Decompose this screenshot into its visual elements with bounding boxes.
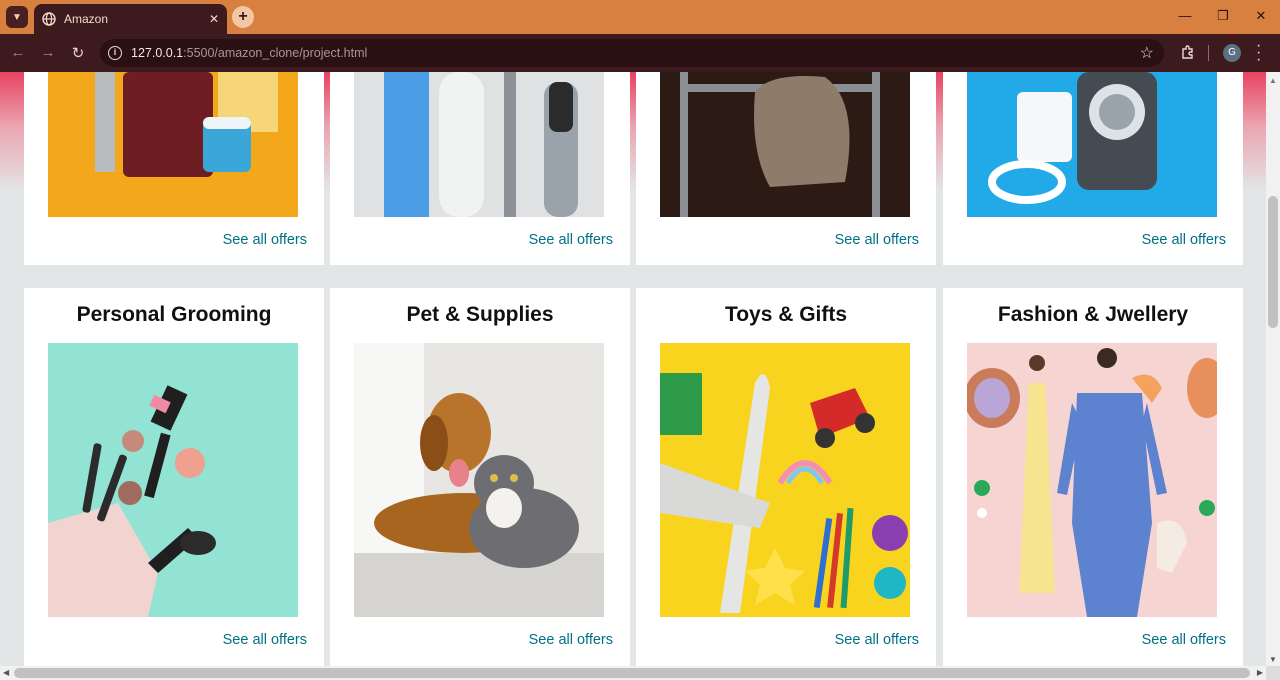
reload-icon[interactable]: ↻ bbox=[68, 44, 88, 62]
see-all-offers-link[interactable]: See all offers bbox=[529, 232, 613, 248]
profile-avatar[interactable]: G bbox=[1223, 44, 1241, 62]
window-close-icon[interactable]: ✕ bbox=[1251, 8, 1271, 24]
puzzle-icon[interactable] bbox=[1180, 44, 1196, 60]
grooming-tools-image[interactable] bbox=[354, 72, 604, 217]
tab-strip: ▼ Amazon ✕ + — ❐ ✕ bbox=[0, 0, 1280, 34]
see-all-offers-link[interactable]: See all offers bbox=[835, 632, 919, 648]
horizontal-scroll-thumb[interactable] bbox=[14, 668, 1250, 678]
dog-and-cat-image[interactable] bbox=[354, 343, 604, 617]
card-title: Pet & Supplies bbox=[406, 303, 554, 326]
info-icon[interactable]: i bbox=[108, 46, 122, 60]
page-viewport: See all offers See all offers See all of… bbox=[0, 72, 1266, 666]
card-title: Fashion & Jwellery bbox=[997, 303, 1189, 326]
category-card: Fashion & Jwellery See all offers bbox=[943, 288, 1243, 666]
scroll-up-icon[interactable]: ▲ bbox=[1269, 76, 1277, 85]
category-card: Pet & Supplies See all offers bbox=[330, 288, 630, 666]
card-title: Personal Grooming bbox=[76, 303, 272, 326]
star-icon[interactable]: ☆ bbox=[1140, 43, 1154, 63]
browser-tab[interactable]: Amazon ✕ bbox=[34, 4, 227, 34]
product-card: See all offers bbox=[943, 72, 1243, 265]
url-text[interactable]: 127.0.0.1:5500/amazon_clone/project.html bbox=[131, 46, 367, 60]
product-card: See all offers bbox=[636, 72, 936, 265]
scroll-left-icon[interactable]: ◀ bbox=[3, 668, 9, 677]
product-card: See all offers bbox=[24, 72, 324, 265]
see-all-offers-link[interactable]: See all offers bbox=[1142, 232, 1226, 248]
vertical-scrollbar[interactable]: ▲ ▼ bbox=[1266, 72, 1280, 666]
vertical-scroll-thumb[interactable] bbox=[1268, 196, 1278, 328]
minimize-icon[interactable]: — bbox=[1175, 8, 1195, 23]
scroll-right-icon[interactable]: ▶ bbox=[1257, 668, 1263, 677]
toolbar-divider bbox=[1208, 45, 1209, 61]
see-all-offers-link[interactable]: See all offers bbox=[1142, 632, 1226, 648]
see-all-offers-link[interactable]: See all offers bbox=[529, 632, 613, 648]
tab-title: Amazon bbox=[64, 12, 109, 26]
arrow-right-icon[interactable]: → bbox=[38, 44, 58, 61]
chevron-down-icon[interactable]: ▼ bbox=[6, 6, 28, 28]
skincare-products-image[interactable] bbox=[48, 72, 298, 217]
url-host: 127.0.0.1 bbox=[131, 46, 184, 60]
kebab-icon[interactable]: · · · bbox=[1256, 38, 1261, 68]
category-card: Personal Grooming See all offers bbox=[24, 288, 324, 666]
see-all-offers-link[interactable]: See all offers bbox=[223, 632, 307, 648]
plus-icon[interactable]: + bbox=[232, 6, 254, 28]
category-card: Toys & Gifts See all offers bbox=[636, 288, 936, 666]
scroll-down-icon[interactable]: ▼ bbox=[1269, 655, 1277, 664]
url-path: :5500/amazon_clone/project.html bbox=[183, 46, 368, 60]
restore-icon[interactable]: ❐ bbox=[1213, 8, 1233, 24]
close-icon[interactable]: ✕ bbox=[209, 12, 219, 26]
product-card: See all offers bbox=[330, 72, 630, 265]
toy-plane-car-image[interactable] bbox=[660, 343, 910, 617]
scrollbar-corner bbox=[1266, 666, 1280, 680]
horizontal-scrollbar[interactable]: ◀ ▶ bbox=[0, 666, 1266, 680]
office-chair-image[interactable] bbox=[660, 72, 910, 217]
browser-toolbar: ← → ↻ i 127.0.0.1:5500/amazon_clone/proj… bbox=[0, 34, 1280, 72]
arrow-left-icon[interactable]: ← bbox=[8, 44, 28, 61]
phone-charger-image[interactable] bbox=[967, 72, 1217, 217]
globe-icon bbox=[42, 12, 56, 26]
card-title: Toys & Gifts bbox=[724, 303, 848, 326]
models-accessories-image[interactable] bbox=[967, 343, 1217, 617]
makeup-bag-image[interactable] bbox=[48, 343, 298, 617]
address-bar[interactable]: i 127.0.0.1:5500/amazon_clone/project.ht… bbox=[100, 39, 1164, 67]
see-all-offers-link[interactable]: See all offers bbox=[223, 232, 307, 248]
see-all-offers-link[interactable]: See all offers bbox=[835, 232, 919, 248]
